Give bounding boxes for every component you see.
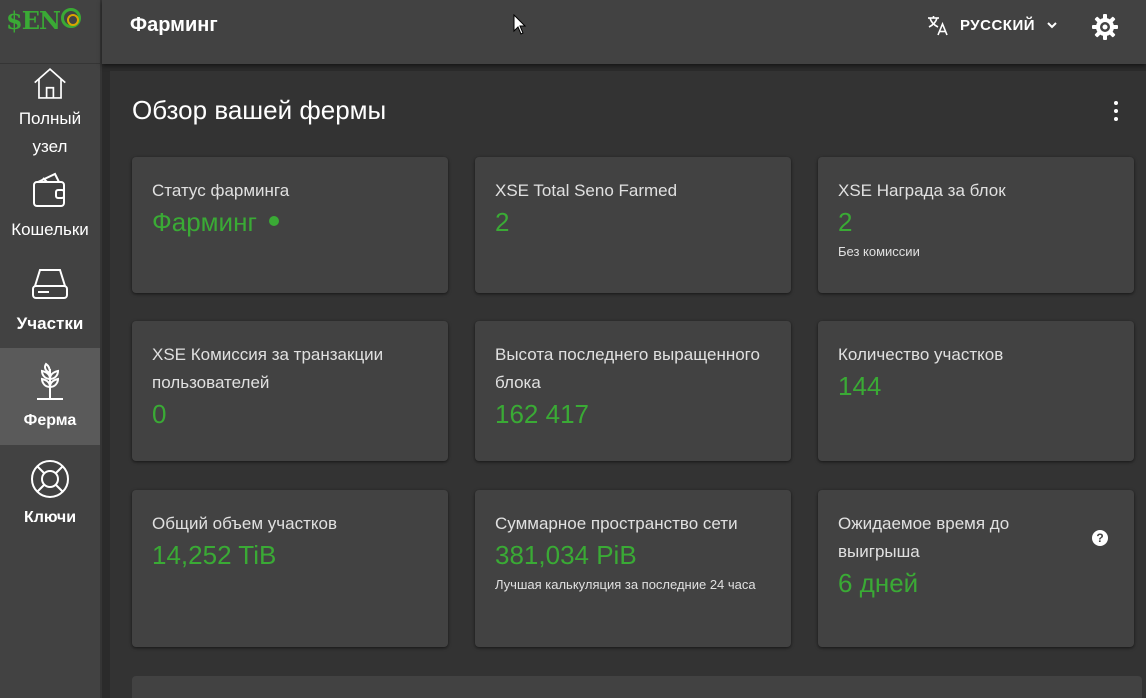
card-network-space: Суммарное пространство сети 381,034 PiB … [475,490,791,647]
sprout-icon [37,362,63,400]
lifebuoy-icon [31,459,69,498]
card-total-plot-size: Общий объем участков 14,252 TiB [132,490,448,647]
farm-overview-panel: Обзор вашей фермы Статус фарминга Фармин… [110,71,1146,698]
sidebar-item-label: Полный узел [18,109,82,156]
sidebar-item-label: Ферма [23,411,77,429]
card-user-tx-fees: XSE Комиссия за транзакции пользователей… [132,321,448,461]
sidebar-item-wallets[interactable]: Кошельки [0,161,100,251]
card-expected-time-to-win: Ожидаемое время до выигрыша 6 дней ? [818,490,1134,647]
card-title: Ожидаемое время до выигрыша [838,514,1010,561]
sidebar: $EN Полный узел Кошельки Участки Ферма К… [0,0,102,698]
card-title: Количество участков [838,345,1004,364]
logo-text: $EN [6,6,61,35]
card-value: 2 [838,207,853,237]
gear-icon[interactable] [1090,12,1120,42]
card-value: 381,034 PiB [495,540,637,570]
wallet-icon [33,172,65,207]
card-title: XSE Награда за блок [838,181,1006,200]
home-icon [34,67,66,99]
card-block-reward: XSE Награда за блок 2 Без комиссии [818,157,1134,293]
app-logo: $EN [0,0,100,64]
sidebar-item-farm[interactable]: Ферма [0,348,100,445]
chevron-down-icon [1047,22,1057,29]
card-note: Без комиссии [838,244,920,259]
card-last-block-height: Высота последнего выращенного блока 162 … [475,321,791,461]
logo-ring-icon [60,8,81,28]
sidebar-item-full-node[interactable]: Полный узел [0,64,100,161]
top-app-bar: Фарминг РУССКИЙ [102,0,1146,64]
card-value: 2 [495,207,510,237]
page-title: Фарминг [130,14,218,36]
card-value: 0 [152,399,167,429]
card-farming-status: Статус фарминга Фарминг [132,157,448,293]
card-title: Суммарное пространство сети [495,514,738,533]
translate-icon [928,16,948,36]
sidebar-item-keys[interactable]: Ключи [0,445,100,542]
card-note: Лучшая калькуляция за последние 24 часа [495,577,756,592]
sidebar-item-label: Кошельки [11,220,89,239]
card-title: Общий объем участков [152,514,337,533]
card-value: 162 417 [495,399,589,429]
section-title: Обзор вашей фермы [132,95,387,125]
card-title: Статус фарминга [152,181,290,200]
card-value: 14,252 TiB [152,540,277,570]
card-title: XSE Комиссия за транзакции пользователей [152,345,384,392]
sidebar-item-label: Ключи [23,508,77,526]
language-label: РУССКИЙ [960,16,1036,34]
card-value: 144 [838,371,882,401]
card-value: Фарминг [152,205,428,239]
card-title: Высота последнего выращенного блока [495,345,760,392]
mouse-cursor-icon [513,14,527,35]
card-partial [132,676,1142,698]
card-title: XSE Total Seno Farmed [495,181,678,200]
hard-drive-icon [32,268,68,299]
help-icon[interactable]: ? [1092,530,1108,546]
sidebar-item-label: Участки [16,313,84,333]
card-total-farmed: XSE Total Seno Farmed 2 [475,157,791,293]
sidebar-item-plots[interactable]: Участки [0,251,100,348]
card-value: 6 дней [838,568,919,598]
status-dot-icon [268,216,279,227]
language-selector[interactable]: РУССКИЙ [926,12,1059,38]
more-options-icon[interactable] [1106,99,1126,123]
card-plot-count: Количество участков 144 [818,321,1134,461]
